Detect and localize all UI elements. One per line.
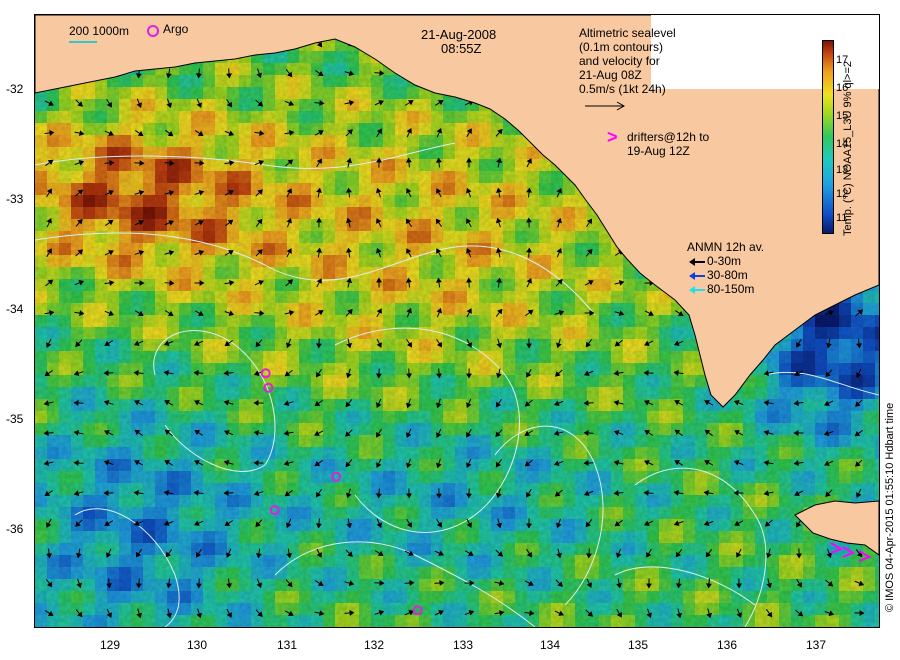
y-tick-label: -36 — [6, 522, 24, 536]
anmn-arrow-1 — [689, 272, 705, 280]
x-tick-label: 132 — [364, 638, 385, 652]
y-tick-label: -35 — [6, 412, 24, 426]
x-tick-label: 131 — [277, 638, 298, 652]
sst-map-canvas — [35, 15, 879, 627]
anmn-arrow-2 — [689, 286, 705, 294]
altimetry-line-4: 21-Aug 08Z — [579, 68, 642, 82]
anmn-label-1: 30-80m — [707, 268, 748, 282]
map-time: 08:55Z — [441, 41, 482, 56]
drifters-line-2: 19-Aug 12Z — [627, 144, 690, 158]
altimetry-line-3: and velocity for — [579, 54, 660, 68]
colorbar-title: Temp. (°C) NOAA15_L3U 9% ql>=2 — [842, 61, 854, 236]
temperature-colorbar — [822, 40, 834, 234]
y-tick-label: -34 — [6, 302, 24, 316]
argo-legend-symbol — [147, 25, 159, 37]
y-tick-label: -32 — [6, 82, 24, 96]
sst-map[interactable]: 21-Aug-2008 08:55Z 200 1000m Argo Altime… — [34, 14, 880, 628]
anmn-arrow-0 — [689, 258, 705, 266]
x-tick-label: 133 — [453, 638, 474, 652]
anmn-label-0: 0-30m — [707, 254, 742, 268]
scale-bar — [69, 41, 97, 43]
velocity-scale-arrow — [585, 101, 626, 111]
argo-legend-label: Argo — [163, 22, 189, 36]
drifters-legend-symbol: > — [607, 127, 618, 147]
imos-credit: © IMOS 04-Apr-2015 01:55:10 Hdbart time — [884, 402, 896, 612]
scale-legend-label: 200 1000m — [69, 24, 130, 38]
map-date: 21-Aug-2008 — [421, 27, 497, 42]
x-tick-label: 134 — [540, 638, 561, 652]
x-tick-label: 137 — [806, 638, 827, 652]
x-tick-label: 136 — [717, 638, 738, 652]
drifters-line-1: drifters@12h to — [627, 130, 710, 144]
x-tick-label: 129 — [100, 638, 121, 652]
y-tick-label: -33 — [6, 192, 24, 206]
altimetry-line-5: 0.5m/s (1kt 24h) — [579, 82, 666, 96]
altimetry-line-1: Altimetric sealevel — [579, 26, 676, 40]
x-tick-label: 135 — [628, 638, 649, 652]
x-tick-label: 130 — [187, 638, 208, 652]
altimetry-line-2: (0.1m contours) — [579, 40, 664, 54]
anmn-label-2: 80-150m — [707, 282, 755, 296]
anmn-title: ANMN 12h av. — [687, 240, 765, 254]
